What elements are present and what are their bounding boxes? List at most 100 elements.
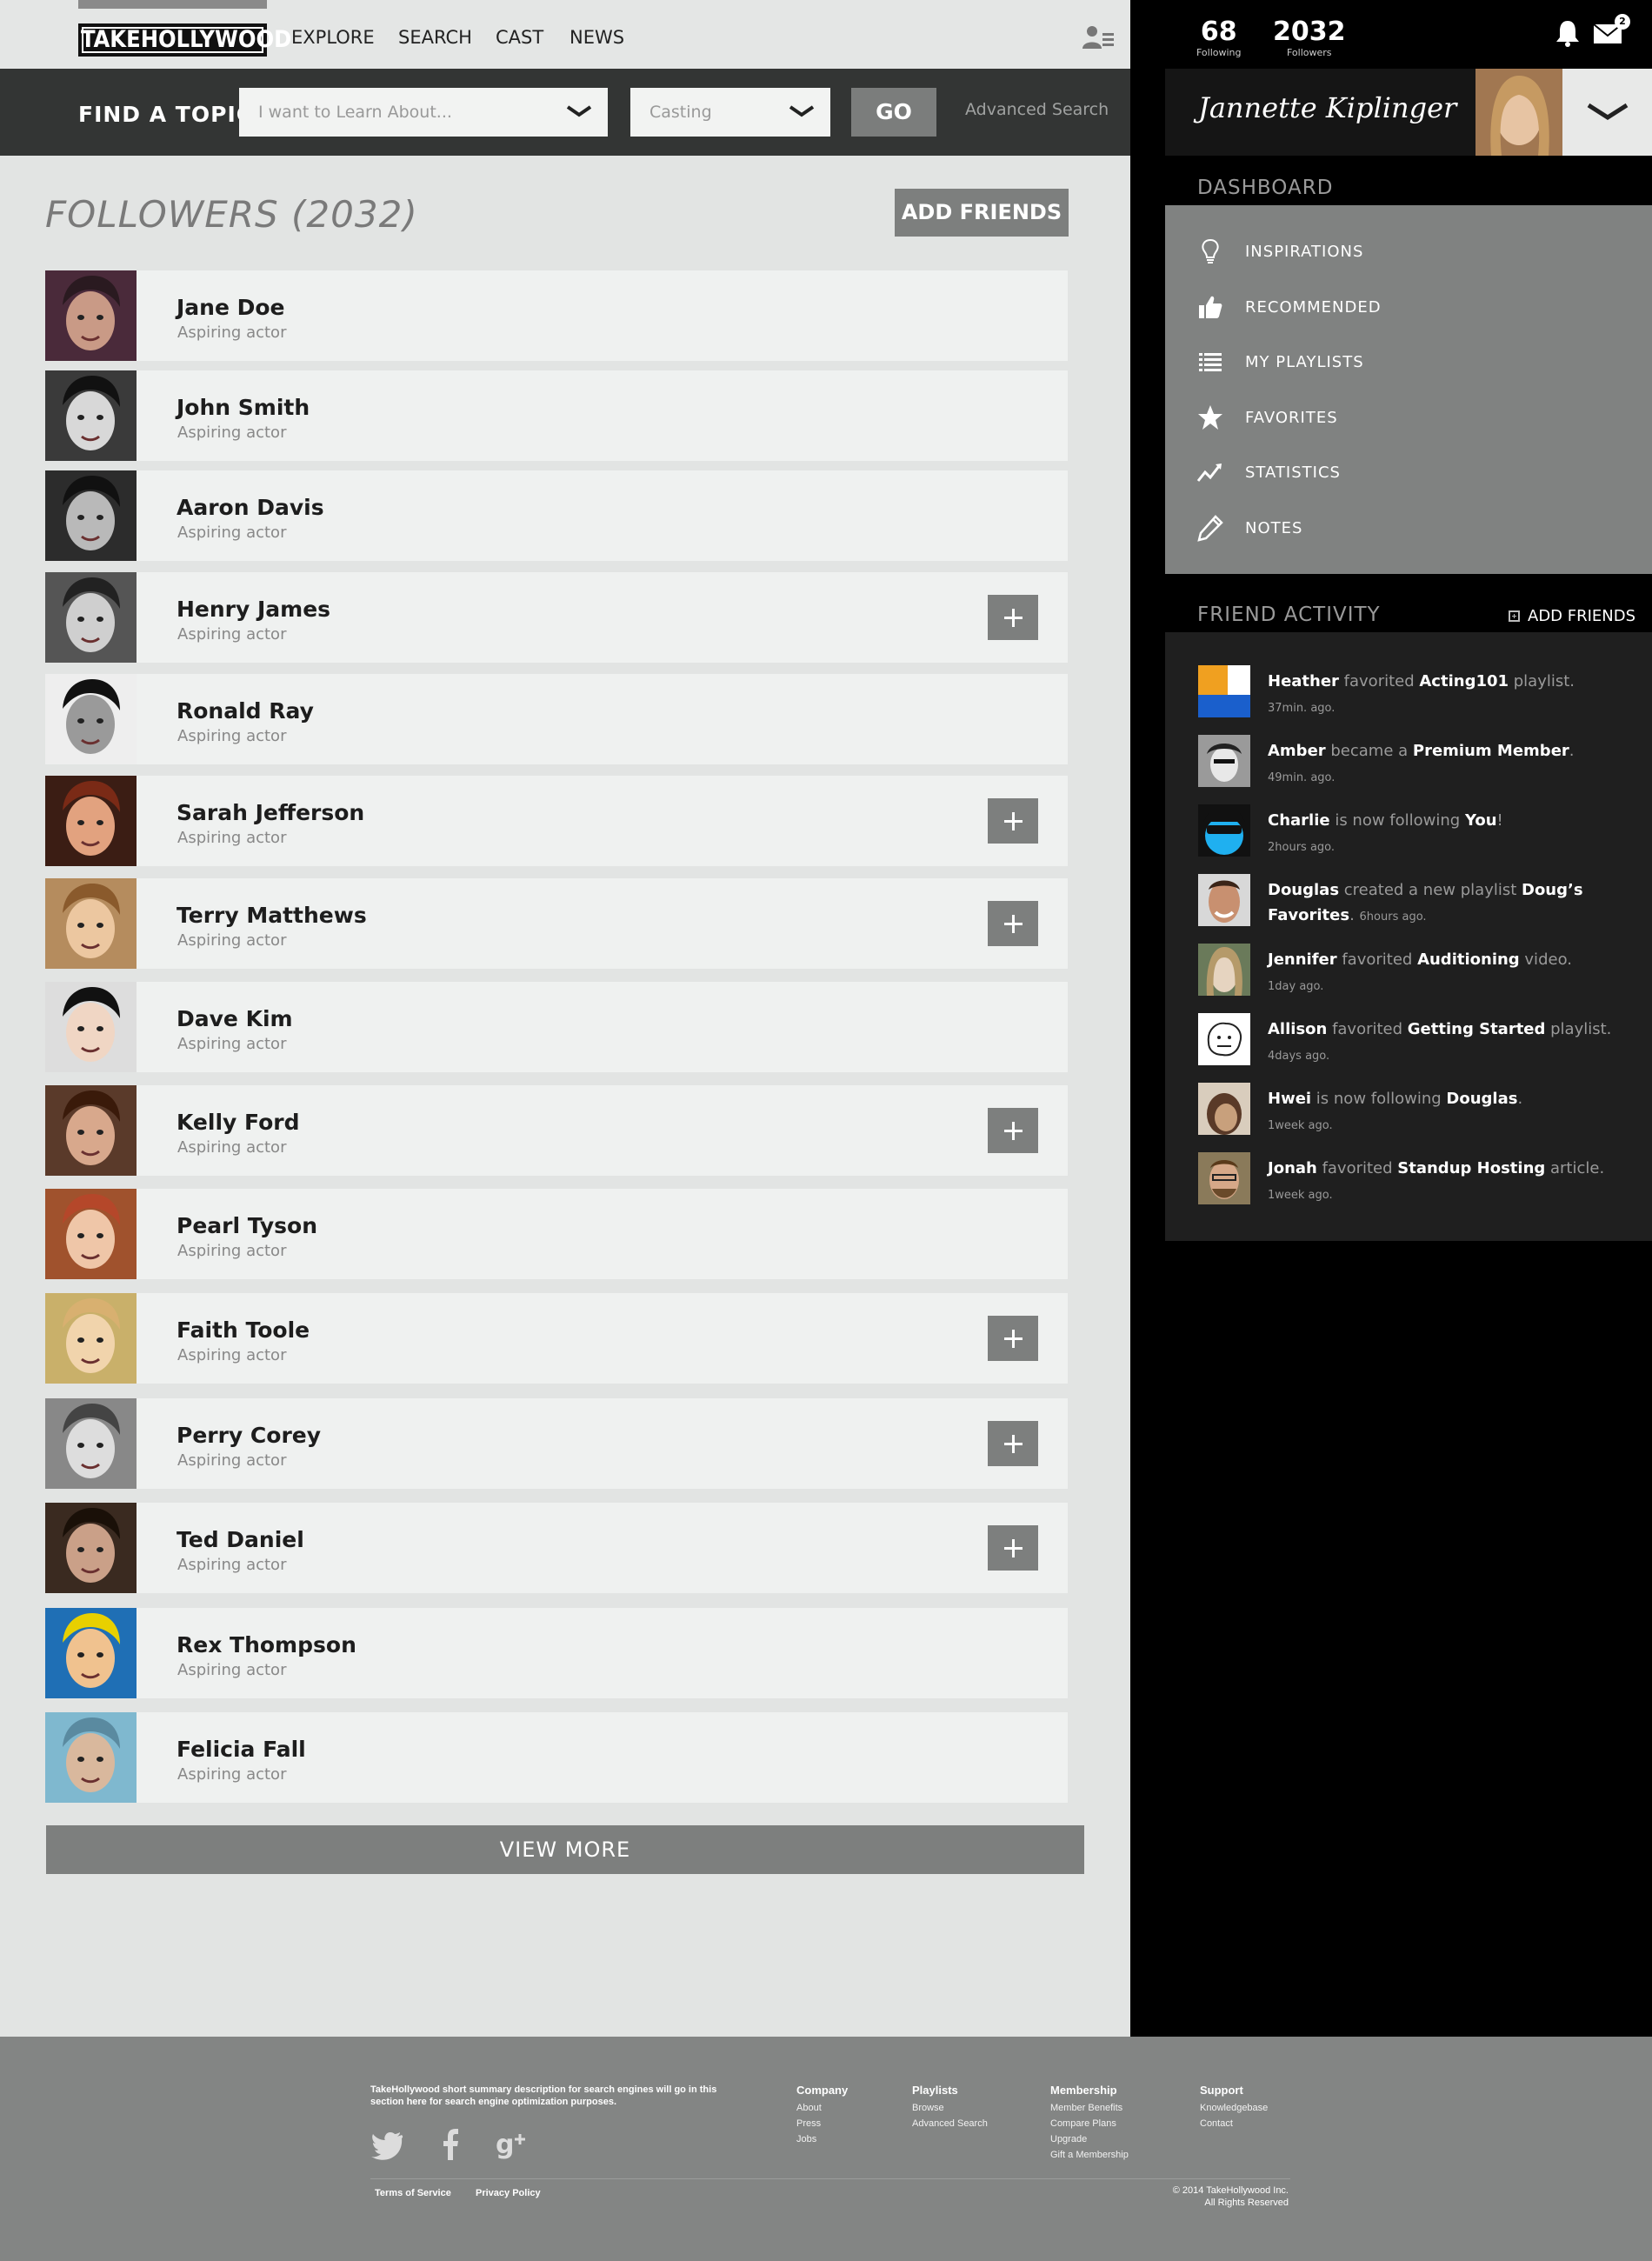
followers-stat[interactable]: 2032 Followers [1273, 17, 1346, 59]
footer-link[interactable]: About [796, 2100, 848, 2116]
follower-avatar[interactable] [45, 1293, 137, 1384]
activity-actor[interactable]: Charlie [1268, 811, 1330, 830]
activity-actor[interactable]: Heather [1268, 672, 1339, 690]
follower-name[interactable]: Ronald Ray [177, 698, 314, 724]
footer-link[interactable]: Member Benefits [1050, 2100, 1129, 2116]
footer-link[interactable]: Browse [912, 2100, 988, 2116]
follower-name[interactable]: Kelly Ford [177, 1110, 300, 1135]
nav-search[interactable]: SEARCH [398, 27, 472, 48]
activity-avatar[interactable] [1198, 944, 1250, 996]
footer-link[interactable]: Jobs [796, 2131, 848, 2147]
activity-target[interactable]: You [1465, 811, 1497, 830]
add-follower-button[interactable] [988, 1316, 1038, 1361]
twitter-icon[interactable] [370, 2127, 405, 2162]
facebook-icon[interactable] [433, 2127, 468, 2162]
follower-avatar[interactable] [45, 270, 137, 361]
follower-row[interactable]: Sarah Jefferson Aspiring actor [45, 776, 1068, 866]
activity-avatar[interactable] [1198, 1083, 1250, 1135]
follower-avatar[interactable] [45, 370, 137, 461]
add-follower-button[interactable] [988, 901, 1038, 946]
follower-name[interactable]: Faith Toole [177, 1317, 310, 1343]
activity-target[interactable]: Douglas [1446, 1090, 1517, 1108]
follower-row[interactable]: Felicia Fall Aspiring actor [45, 1712, 1068, 1803]
add-follower-button[interactable] [988, 798, 1038, 844]
dashboard-item-inspirations[interactable]: INSPIRATIONS [1196, 234, 1544, 269]
follower-name[interactable]: Sarah Jefferson [177, 800, 364, 825]
follower-avatar[interactable] [45, 982, 137, 1072]
follower-name[interactable]: Dave Kim [177, 1006, 293, 1031]
follower-name[interactable]: Henry James [177, 597, 330, 622]
activity-avatar[interactable] [1198, 874, 1250, 926]
follower-row[interactable]: Faith Toole Aspiring actor [45, 1293, 1068, 1384]
activity-target[interactable]: Premium Member [1413, 742, 1569, 760]
bell-icon[interactable] [1555, 19, 1581, 47]
follower-avatar[interactable] [45, 470, 137, 561]
activity-avatar[interactable] [1198, 1152, 1250, 1204]
activity-actor[interactable]: Jennifer [1268, 950, 1337, 969]
terms-link[interactable]: Terms of Service [375, 2188, 451, 2198]
activity-target[interactable]: Acting101 [1419, 672, 1509, 690]
activity-actor[interactable]: Amber [1268, 742, 1326, 760]
user-menu-toggle[interactable] [1562, 69, 1652, 156]
follower-avatar[interactable] [45, 878, 137, 969]
follower-avatar[interactable] [45, 1712, 137, 1803]
activity-actor[interactable]: Jonah [1268, 1159, 1317, 1177]
follower-row[interactable]: Pearl Tyson Aspiring actor [45, 1189, 1068, 1279]
follower-avatar[interactable] [45, 572, 137, 663]
nav-cast[interactable]: CAST [496, 27, 543, 48]
follower-row[interactable]: John Smith Aspiring actor [45, 370, 1068, 461]
follower-name[interactable]: Perry Corey [177, 1423, 321, 1448]
add-friends-button[interactable]: ADD FRIENDS [895, 189, 1069, 237]
footer-link[interactable]: Contact [1200, 2116, 1268, 2131]
follower-name[interactable]: Jane Doe [177, 295, 285, 320]
follower-row[interactable]: Jane Doe Aspiring actor [45, 270, 1068, 361]
follower-avatar[interactable] [45, 1085, 137, 1176]
activity-avatar[interactable] [1198, 735, 1250, 787]
user-name[interactable]: Jannette Kiplinger [1198, 91, 1456, 124]
footer-link[interactable]: Upgrade [1050, 2131, 1129, 2147]
follower-name[interactable]: Aaron Davis [177, 495, 324, 520]
go-button[interactable]: GO [851, 88, 936, 137]
follower-name[interactable]: Pearl Tyson [177, 1213, 317, 1238]
activity-target[interactable]: Getting Started [1408, 1020, 1546, 1038]
user-list-icon[interactable] [1082, 24, 1114, 50]
footer-link[interactable]: Gift a Membership [1050, 2147, 1129, 2163]
casting-select[interactable]: Casting [630, 88, 830, 137]
follower-avatar[interactable] [45, 776, 137, 866]
nav-explore[interactable]: EXPLORE [291, 27, 375, 48]
follower-name[interactable]: John Smith [177, 395, 310, 420]
logo[interactable]: TAKEHOLLYWOOD [78, 23, 291, 57]
add-follower-button[interactable] [988, 1525, 1038, 1571]
advanced-search-link[interactable]: Advanced Search [965, 100, 1109, 119]
activity-avatar[interactable] [1198, 1013, 1250, 1065]
dashboard-item-statistics[interactable]: STATISTICS [1196, 455, 1544, 490]
google-plus-icon[interactable]: g [496, 2127, 530, 2162]
follower-row[interactable]: Ted Daniel Aspiring actor [45, 1503, 1068, 1593]
footer-link[interactable]: Compare Plans [1050, 2116, 1129, 2131]
follower-avatar[interactable] [45, 1608, 137, 1698]
footer-link[interactable]: Knowledgebase [1200, 2100, 1268, 2116]
follower-row[interactable]: Perry Corey Aspiring actor [45, 1398, 1068, 1489]
footer-link[interactable]: Advanced Search [912, 2116, 988, 2131]
following-stat[interactable]: 68 Following [1196, 17, 1242, 59]
follower-name[interactable]: Rex Thompson [177, 1632, 356, 1657]
friend-activity-add-friends[interactable]: ADD FRIENDS [1509, 607, 1635, 625]
learn-about-select[interactable]: I want to Learn About... [239, 88, 608, 137]
add-follower-button[interactable] [988, 595, 1038, 640]
follower-row[interactable]: Rex Thompson Aspiring actor [45, 1608, 1068, 1698]
add-follower-button[interactable] [988, 1421, 1038, 1466]
activity-target[interactable]: Auditioning [1417, 950, 1520, 969]
follower-avatar[interactable] [45, 1503, 137, 1593]
follower-row[interactable]: Ronald Ray Aspiring actor [45, 674, 1068, 764]
follower-name[interactable]: Ted Daniel [177, 1527, 304, 1552]
dashboard-item-recommended[interactable]: RECOMMENDED [1196, 290, 1544, 324]
follower-avatar[interactable] [45, 1189, 137, 1279]
activity-avatar[interactable] [1198, 804, 1250, 857]
add-follower-button[interactable] [988, 1108, 1038, 1153]
dashboard-item-my-playlists[interactable]: MY PLAYLISTS [1196, 344, 1544, 379]
activity-actor[interactable]: Allison [1268, 1020, 1327, 1038]
follower-avatar[interactable] [45, 674, 137, 764]
follower-name[interactable]: Felicia Fall [177, 1737, 306, 1762]
nav-news[interactable]: NEWS [570, 27, 624, 48]
follower-avatar[interactable] [45, 1398, 137, 1489]
